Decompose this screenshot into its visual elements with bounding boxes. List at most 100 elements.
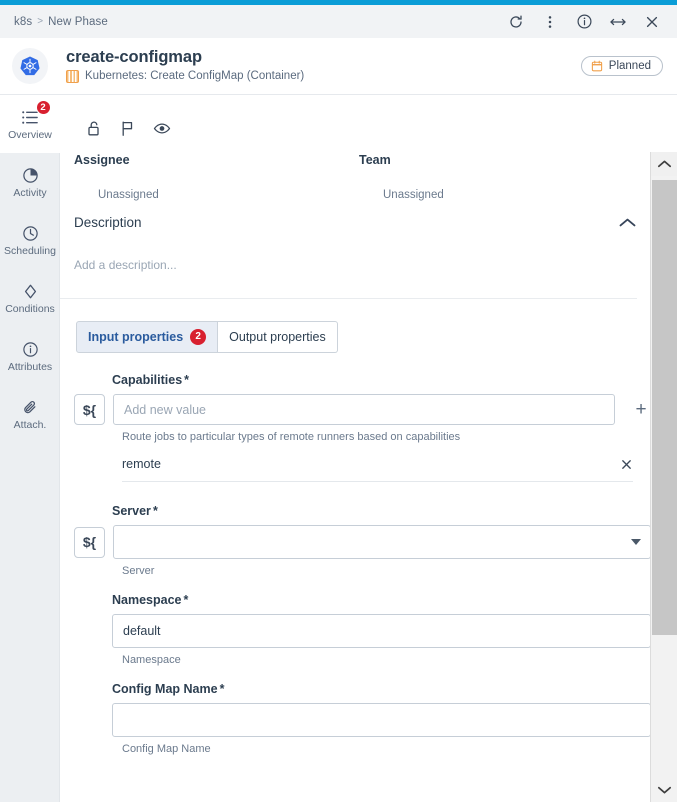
kubernetes-logo-icon	[12, 48, 48, 84]
scrollbar-thumb[interactable]	[652, 180, 677, 635]
sidebar-item-attributes[interactable]: Attributes	[0, 327, 60, 385]
input-properties-form: Capabilities* ${ + Route jobs to particu…	[60, 353, 651, 755]
capabilities-label-text: Capabilities	[112, 373, 183, 387]
capabilities-label: Capabilities *	[112, 373, 651, 387]
tab-output-properties[interactable]: Output properties	[218, 321, 338, 353]
capabilities-input[interactable]	[113, 394, 615, 425]
refresh-button[interactable]	[499, 7, 533, 37]
clock-icon	[22, 223, 39, 243]
description-header: Description	[60, 201, 651, 230]
sidebar-item-label: Activity	[13, 187, 47, 200]
team-field: Team Unassigned	[359, 153, 599, 201]
server-required-mark: *	[152, 504, 158, 518]
info-circle-icon	[22, 339, 39, 359]
server-select-wrap	[113, 525, 651, 559]
namespace-label-text: Namespace	[112, 593, 182, 607]
capabilities-value-row: remote	[122, 457, 633, 482]
breadcrumb-current[interactable]: New Phase	[48, 16, 108, 28]
field-config-map-name: Config Map Name * Config Map Name	[60, 682, 651, 755]
description-collapse-button[interactable]	[618, 217, 637, 229]
server-select[interactable]	[113, 525, 651, 559]
task-subtitle: Kubernetes: Create ConfigMap (Container)	[66, 69, 305, 83]
scroll-up-button[interactable]	[651, 152, 677, 176]
list-icon: 2	[21, 100, 51, 127]
chevron-up-icon	[657, 160, 672, 168]
assignee-field: Assignee Unassigned	[74, 153, 359, 201]
breadcrumb-root[interactable]: k8s	[14, 16, 32, 28]
capabilities-required-mark: *	[184, 373, 190, 387]
sidebar-item-overview[interactable]: 2 Overview	[0, 95, 60, 153]
capabilities-expression-button[interactable]: ${	[74, 394, 105, 425]
scroll-down-button[interactable]	[651, 778, 677, 802]
sidebar-item-scheduling[interactable]: Scheduling	[0, 211, 60, 269]
left-nav-sidebar: 2 Overview Activity Scheduling Condition…	[0, 95, 60, 802]
close-icon	[622, 459, 631, 469]
config-map-name-help: Config Map Name	[122, 743, 211, 755]
window-actions	[499, 7, 669, 37]
expand-width-button[interactable]	[601, 7, 635, 37]
description-title: Description	[74, 215, 142, 230]
overview-panel: Assignee Unassigned Team Unassigned Desc…	[60, 95, 651, 802]
lock-open-button[interactable]	[86, 120, 102, 137]
capabilities-value-remove-button[interactable]	[620, 458, 633, 471]
config-map-name-label: Config Map Name *	[112, 682, 651, 696]
field-server: Server * ${ Server	[60, 504, 651, 577]
server-expression-button[interactable]: ${	[74, 526, 105, 558]
sidebar-item-label: Scheduling	[4, 245, 56, 258]
sidebar-item-label: Conditions	[5, 303, 55, 316]
sidebar-badge-overview: 2	[35, 100, 51, 116]
chevron-down-icon	[657, 786, 672, 794]
sidebar-item-attachments[interactable]: Attach.	[0, 385, 60, 443]
breadcrumb: k8s > New Phase	[14, 16, 108, 28]
sidebar-item-activity[interactable]: Activity	[0, 153, 60, 211]
server-help: Server	[122, 565, 155, 577]
task-action-icons	[60, 95, 651, 145]
status-badge-label: Planned	[608, 60, 651, 72]
paperclip-icon	[22, 397, 39, 417]
team-label: Team	[359, 153, 391, 167]
server-label-text: Server	[112, 504, 151, 518]
sidebar-item-conditions[interactable]: Conditions	[0, 269, 60, 327]
vertical-scrollbar[interactable]	[650, 152, 677, 802]
namespace-required-mark: *	[183, 593, 189, 607]
config-map-name-required-mark: *	[219, 682, 225, 696]
status-badge[interactable]: Planned	[580, 56, 663, 76]
config-map-name-input[interactable]	[112, 703, 651, 737]
field-capabilities: Capabilities* ${ + Route jobs to particu…	[60, 373, 651, 482]
more-options-button[interactable]	[533, 7, 567, 37]
task-detail-window: k8s > New Phase create-configmap Kuberne…	[0, 0, 677, 802]
close-button[interactable]	[635, 7, 669, 37]
eye-button[interactable]	[153, 120, 171, 137]
tab-input-properties[interactable]: Input properties 2	[76, 321, 219, 353]
flag-button[interactable]	[120, 120, 135, 137]
window-title-bar: k8s > New Phase	[0, 5, 677, 38]
page-title: create-configmap	[66, 48, 202, 67]
properties-tabs: Input properties 2 Output properties	[60, 299, 651, 353]
pie-chart-icon	[22, 165, 39, 185]
diamond-icon	[22, 281, 39, 301]
info-button[interactable]	[567, 7, 601, 37]
assignee-label: Assignee	[74, 153, 130, 167]
task-type-icon	[66, 69, 79, 83]
capabilities-help: Route jobs to particular types of remote…	[122, 431, 461, 443]
sidebar-item-label: Attributes	[7, 361, 53, 374]
server-label: Server *	[112, 504, 651, 518]
tab-input-properties-label: Input properties	[88, 329, 184, 344]
description-placeholder[interactable]: Add a description...	[60, 230, 651, 272]
namespace-label: Namespace *	[112, 593, 651, 607]
capabilities-value-text: remote	[122, 457, 161, 471]
chevron-up-icon	[619, 218, 636, 226]
breadcrumb-separator: >	[37, 16, 44, 27]
field-namespace: Namespace* Namespace	[60, 593, 651, 666]
namespace-input[interactable]	[112, 614, 651, 648]
sidebar-item-label: Attach.	[13, 419, 47, 432]
capabilities-add-button[interactable]: +	[631, 400, 651, 420]
team-value[interactable]: Unassigned	[359, 189, 599, 201]
calendar-icon	[591, 60, 602, 72]
config-map-name-label-text: Config Map Name	[112, 682, 218, 696]
sidebar-item-label: Overview	[8, 129, 52, 142]
assignee-value[interactable]: Unassigned	[74, 189, 359, 201]
tab-input-properties-badge: 2	[190, 329, 207, 345]
task-subtitle-label: Kubernetes: Create ConfigMap (Container)	[85, 69, 305, 82]
assignment-row: Assignee Unassigned Team Unassigned	[60, 145, 651, 201]
